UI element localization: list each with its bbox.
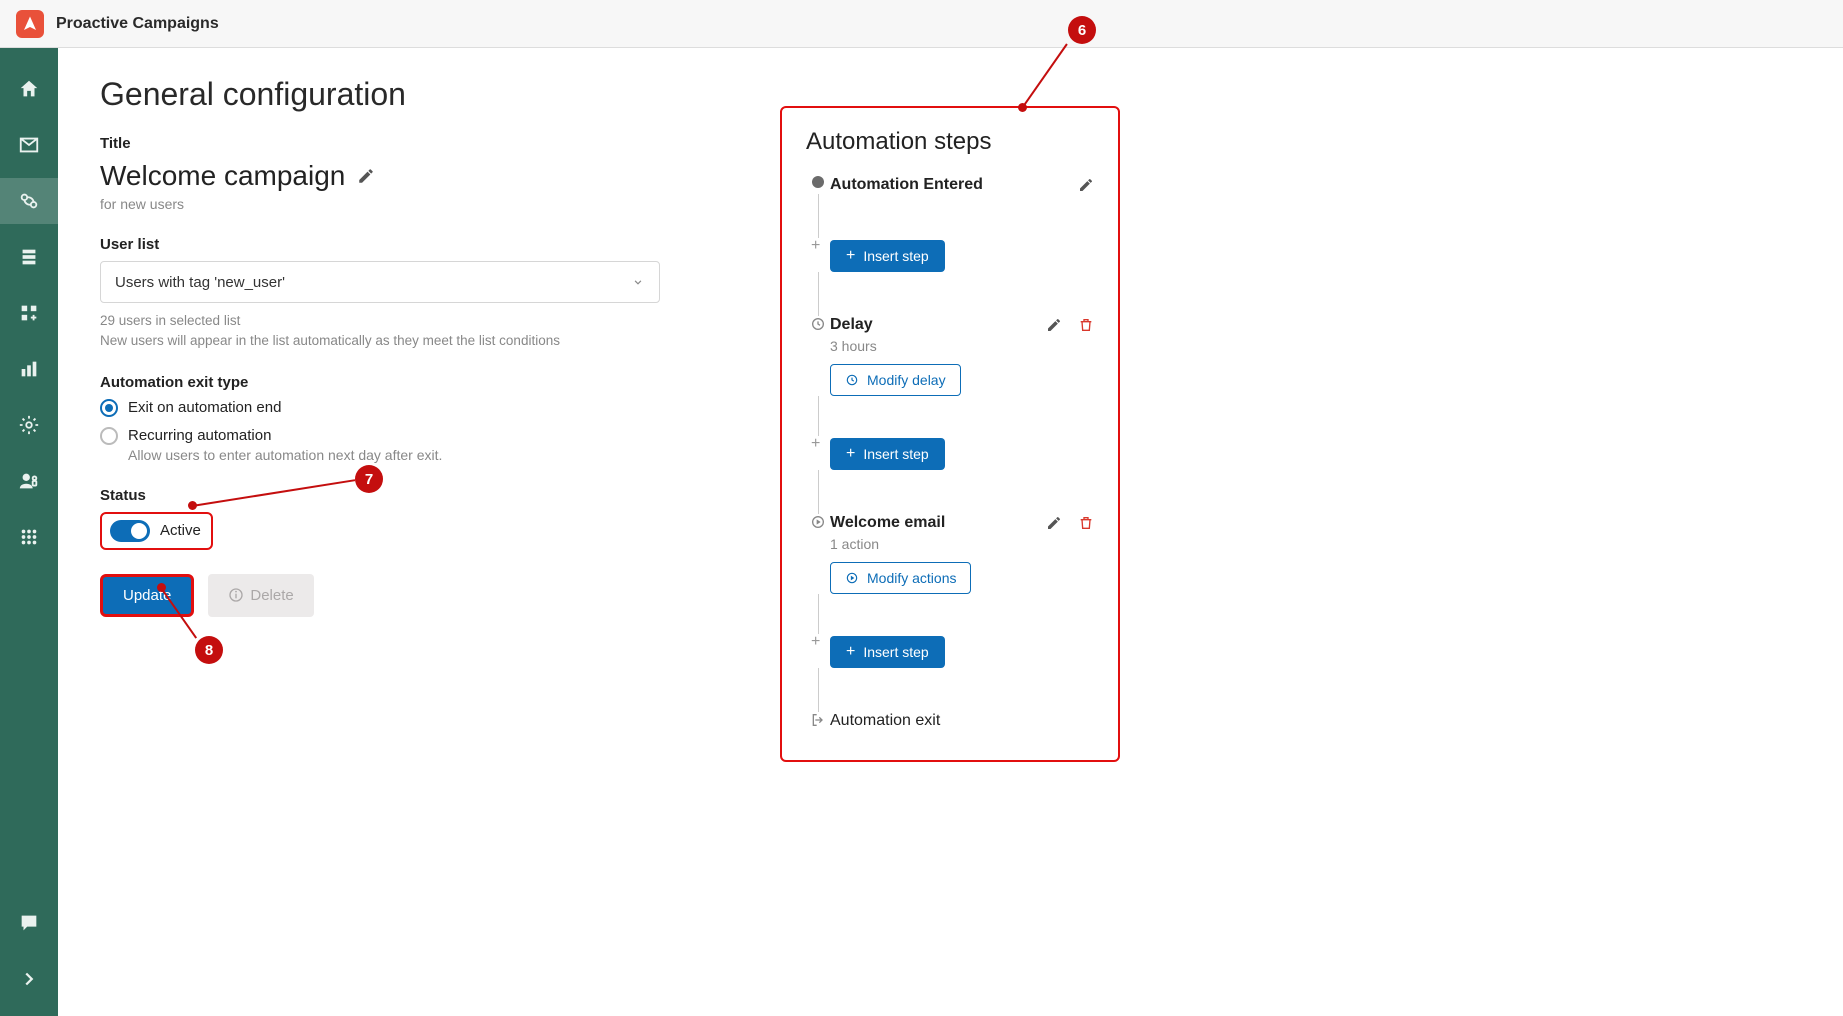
app-logo	[16, 10, 44, 38]
clock-icon	[845, 373, 859, 387]
userlist-label: User list	[100, 236, 660, 253]
step-entered: Automation Entered	[830, 176, 983, 194]
radio-exit-end[interactable]: Exit on automation end	[100, 399, 660, 417]
trash-icon[interactable]	[1078, 515, 1094, 531]
exit-type-label: Automation exit type	[100, 374, 660, 391]
nav-expand[interactable]	[0, 956, 58, 1002]
automation-heading: Automation steps	[806, 128, 1094, 156]
welcome-sub: 1 action	[830, 536, 1094, 552]
radio-recurring-sub: Allow users to enter automation next day…	[128, 447, 660, 463]
step-welcome-email: Welcome email	[830, 514, 945, 532]
edit-title-icon[interactable]	[357, 167, 375, 185]
app-title: Proactive Campaigns	[56, 15, 219, 33]
info-icon	[228, 587, 244, 603]
exit-icon	[810, 712, 826, 728]
nav-chat[interactable]	[0, 900, 58, 946]
callout-7: 7	[355, 465, 383, 493]
callout-6: 6	[1068, 16, 1096, 44]
chevron-down-icon	[631, 275, 645, 289]
modify-delay-button[interactable]: Modify delay	[830, 364, 961, 396]
nav-lists[interactable]	[0, 234, 58, 280]
nav-home[interactable]	[0, 66, 58, 112]
campaign-title: Welcome campaign	[100, 160, 345, 192]
userlist-select[interactable]: Users with tag 'new_user'	[100, 261, 660, 303]
edit-icon[interactable]	[1046, 515, 1062, 531]
step-delay: Delay	[830, 316, 873, 334]
nav-analytics[interactable]	[0, 346, 58, 392]
delay-value: 3 hours	[830, 338, 1094, 354]
status-label: Status	[100, 487, 660, 504]
main-content: General configuration Title Welcome camp…	[58, 48, 1843, 1016]
play-icon	[845, 571, 859, 585]
nav-campaigns[interactable]	[0, 178, 58, 224]
step-exit: Automation exit	[830, 712, 940, 730]
trash-icon[interactable]	[1078, 317, 1094, 333]
nav-settings[interactable]	[0, 402, 58, 448]
update-button[interactable]: Update	[100, 574, 194, 617]
callout-8: 8	[195, 636, 223, 664]
callout-dot	[157, 583, 166, 592]
plus-icon: +	[811, 238, 825, 252]
status-toggle-box: Active	[100, 512, 213, 550]
plus-icon: +	[811, 634, 825, 648]
nav-grid[interactable]	[0, 290, 58, 336]
sidebar	[0, 48, 58, 1016]
automation-panel: Automation steps Automation Entered + +I…	[780, 106, 1120, 762]
topbar: Proactive Campaigns	[0, 0, 1843, 48]
insert-step-button[interactable]: +Insert step	[830, 438, 945, 470]
status-value: Active	[160, 522, 201, 539]
play-icon	[810, 514, 826, 530]
userlist-help: 29 users in selected list New users will…	[100, 311, 660, 352]
step-start-marker	[812, 176, 824, 188]
callout-dot	[1018, 103, 1027, 112]
status-toggle[interactable]	[110, 520, 150, 542]
clock-icon	[810, 316, 826, 332]
radio-recurring[interactable]: Recurring automation	[100, 427, 660, 445]
callout-dot	[188, 501, 197, 510]
edit-icon[interactable]	[1046, 317, 1062, 333]
delete-button: Delete	[208, 574, 313, 617]
userlist-value: Users with tag 'new_user'	[115, 274, 285, 291]
nav-mail[interactable]	[0, 122, 58, 168]
insert-step-button[interactable]: +Insert step	[830, 240, 945, 272]
insert-step-button[interactable]: +Insert step	[830, 636, 945, 668]
edit-icon[interactable]	[1078, 177, 1094, 193]
plus-icon: +	[811, 436, 825, 450]
modify-actions-button[interactable]: Modify actions	[830, 562, 971, 594]
nav-users[interactable]	[0, 458, 58, 504]
nav-apps[interactable]	[0, 514, 58, 560]
